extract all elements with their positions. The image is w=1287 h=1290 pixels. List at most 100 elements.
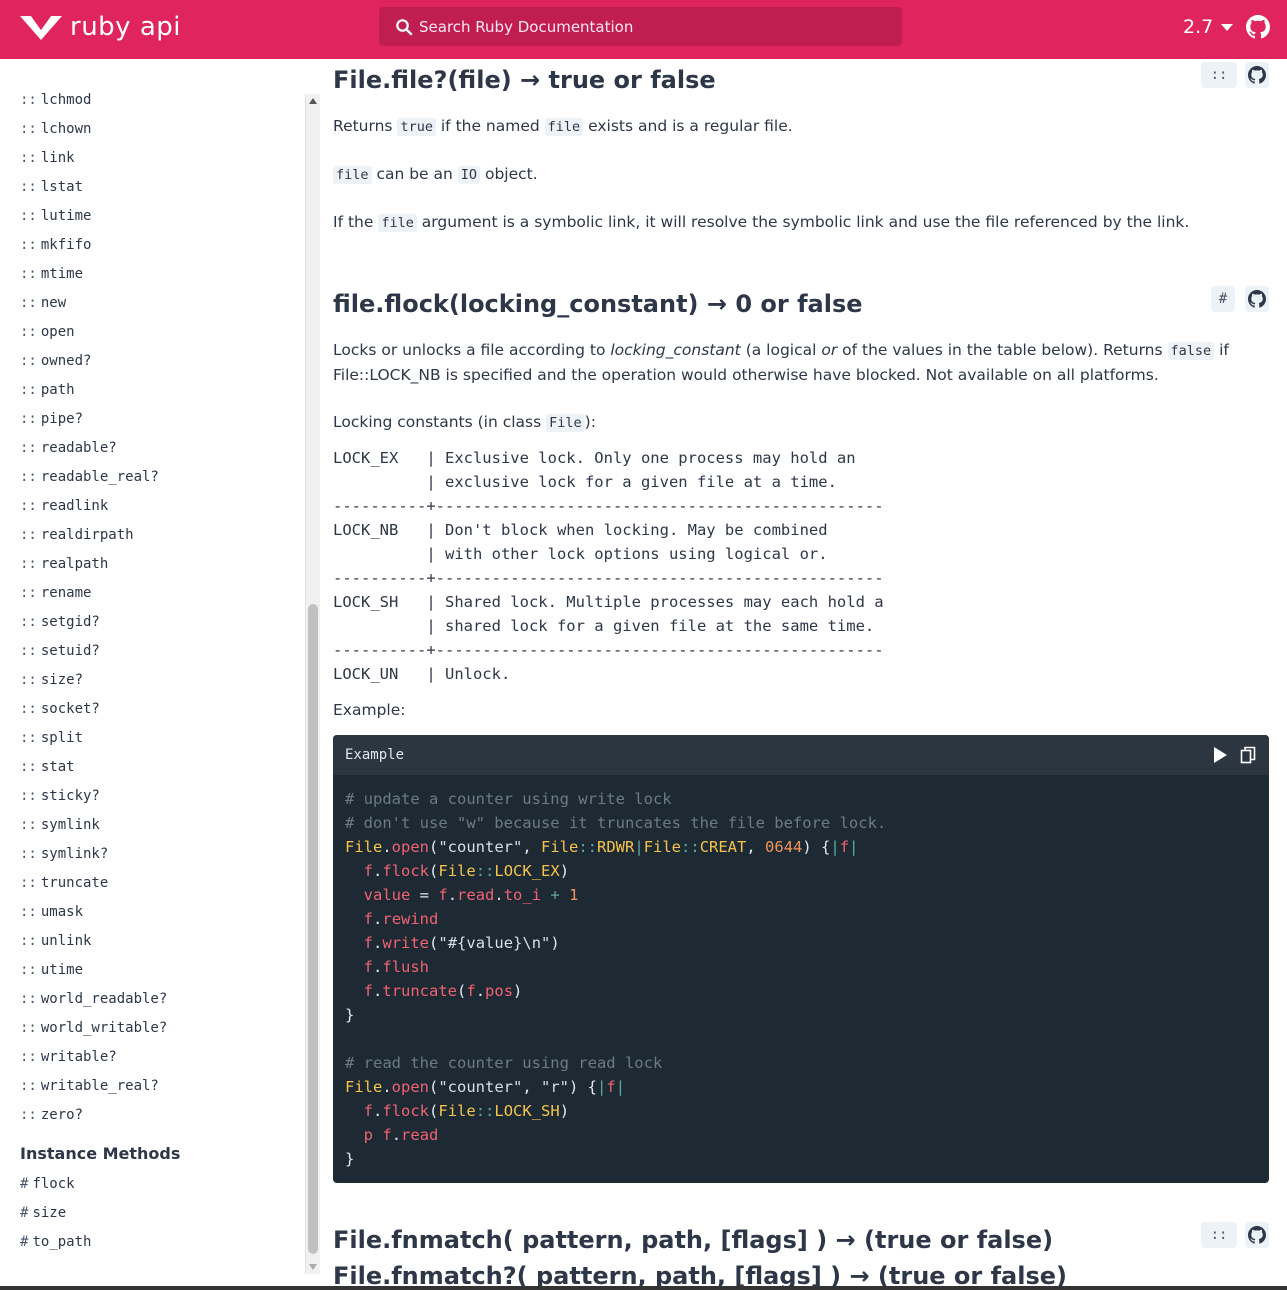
sidebar-item-owned[interactable]: :: owned? (20, 351, 180, 380)
sidebar-item-setuid[interactable]: :: setuid? (20, 641, 180, 670)
sidebar-item-readable[interactable]: :: readable? (20, 438, 180, 467)
sidebar-item-world_writable[interactable]: :: world_writable? (20, 1018, 180, 1047)
class-method-prefix: :: (20, 643, 37, 659)
class-method-prefix: :: (20, 933, 37, 949)
sidebar-item-link[interactable]: :: link (20, 148, 180, 177)
class-method-prefix: :: (20, 730, 37, 746)
class-method-prefix: :: (20, 788, 37, 804)
sidebar-method-list: :: lchmod:: lchown:: link:: lstat:: lutime:: m… (20, 90, 180, 1261)
search-bar[interactable] (379, 7, 902, 46)
sidebar-item-open[interactable]: :: open (20, 322, 180, 351)
sidebar-item-label: to_path (32, 1234, 92, 1250)
class-method-prefix: :: (20, 411, 37, 427)
sidebar-item-size[interactable]: # size (20, 1203, 180, 1232)
table-row: LOCK_NB | Don't block when locking. May … (333, 521, 828, 539)
sidebar-item-realpath[interactable]: :: realpath (20, 554, 180, 583)
sidebar-item-writable[interactable]: :: writable? (20, 1047, 180, 1076)
class-method-prefix: :: (20, 585, 37, 601)
sidebar-item-new[interactable]: :: new (20, 293, 180, 322)
sidebar-item-setgid[interactable]: :: setgid? (20, 612, 180, 641)
sidebar-item-label: flock (32, 1176, 75, 1192)
class-method-prefix: :: (20, 208, 37, 224)
sidebar-item-label: pipe? (40, 411, 84, 427)
sidebar-item-to_path[interactable]: # to_path (20, 1232, 180, 1261)
sidebar-item-sticky[interactable]: :: sticky? (20, 786, 180, 815)
sidebar-item-label: symlink (40, 817, 100, 833)
class-method-prefix: :: (20, 179, 37, 195)
sidebar-item-flock[interactable]: # flock (20, 1174, 180, 1203)
table-row: | with other lock options using logical … (333, 545, 828, 563)
class-method-prefix: :: (20, 527, 37, 543)
sidebar-item-path[interactable]: :: path (20, 380, 180, 409)
class-method-prefix: :: (20, 353, 37, 369)
inline-code: file (544, 118, 584, 136)
github-source-button[interactable] (1245, 1222, 1269, 1248)
sidebar-item-label: lutime (40, 208, 92, 224)
sidebar-item-label: writable_real? (40, 1078, 159, 1094)
sidebar-item-stat[interactable]: :: stat (20, 757, 180, 786)
scrollbar-thumb[interactable] (308, 604, 318, 1254)
class-method-prefix: :: (20, 266, 37, 282)
sidebar-item-realdirpath[interactable]: :: realdirpath (20, 525, 180, 554)
chevron-down-icon (1221, 23, 1234, 31)
top-header: ruby api 2.7 (0, 0, 1287, 59)
sidebar-item-label: rename (40, 585, 92, 601)
sidebar-item-label: world_writable? (40, 1020, 168, 1036)
scroll-up-arrow-icon[interactable] (309, 98, 317, 104)
sidebar-item-mtime[interactable]: :: mtime (20, 264, 180, 293)
sidebar-item-mkfifo[interactable]: :: mkfifo (20, 235, 180, 264)
code-header: Example (333, 735, 1269, 775)
logo[interactable]: ruby api (18, 12, 181, 42)
sidebar-item-label: umask (40, 904, 84, 920)
sidebar-scrollbar[interactable] (305, 94, 320, 1274)
sidebar-item-truncate[interactable]: :: truncate (20, 873, 180, 902)
sidebar-item-pipe[interactable]: :: pipe? (20, 409, 180, 438)
description-paragraph: If the file argument is a symbolic link,… (333, 213, 1190, 232)
sidebar-item-lutime[interactable]: :: lutime (20, 206, 180, 235)
sidebar-item-writable_real[interactable]: :: writable_real? (20, 1076, 180, 1105)
class-method-prefix: :: (20, 672, 37, 688)
sidebar-item-symlink[interactable]: :: symlink? (20, 844, 180, 873)
sidebar-item-umask[interactable]: :: umask (20, 902, 180, 931)
sidebar-item-label: unlink (40, 933, 92, 949)
sidebar-item-symlink[interactable]: :: symlink (20, 815, 180, 844)
permalink-button[interactable]: :: (1201, 62, 1237, 88)
sidebar-item-utime[interactable]: :: utime (20, 960, 180, 989)
class-method-prefix: :: (20, 991, 37, 1007)
github-source-button[interactable] (1245, 286, 1269, 312)
permalink-button[interactable]: # (1211, 286, 1235, 312)
search-input[interactable] (419, 17, 889, 36)
table-row: | exclusive lock for a given file at a t… (333, 473, 837, 491)
sidebar-item-socket[interactable]: :: socket? (20, 699, 180, 728)
permalink-button[interactable]: :: (1201, 1222, 1237, 1248)
class-method-prefix: :: (20, 962, 37, 978)
sidebar-item-label: open (40, 324, 75, 340)
version-selector[interactable]: 2.7 (1183, 16, 1234, 38)
sidebar-item-lchmod[interactable]: :: lchmod (20, 90, 180, 119)
sidebar-item-label: utime (40, 962, 84, 978)
sidebar-item-zero[interactable]: :: zero? (20, 1105, 180, 1134)
sidebar-item-label: setuid? (40, 643, 100, 659)
sidebar-item-readable_real[interactable]: :: readable_real? (20, 467, 180, 496)
github-icon[interactable] (1246, 15, 1270, 39)
github-source-button[interactable] (1245, 62, 1269, 88)
sidebar-item-rename[interactable]: :: rename (20, 583, 180, 612)
sidebar-item-size[interactable]: :: size? (20, 670, 180, 699)
class-method-prefix: :: (20, 701, 37, 717)
sidebar-item-lchown[interactable]: :: lchown (20, 119, 180, 148)
sidebar-item-world_readable[interactable]: :: world_readable? (20, 989, 180, 1018)
copy-icon[interactable] (1240, 746, 1256, 764)
sidebar-item-label: truncate (40, 875, 109, 891)
table-row: ----------+-----------------------------… (333, 497, 884, 515)
play-icon[interactable] (1212, 746, 1228, 764)
sidebar-item-lstat[interactable]: :: lstat (20, 177, 180, 206)
class-method-prefix: :: (20, 92, 37, 108)
table-row: | shared lock for a given file at the sa… (333, 617, 875, 635)
bottom-border (0, 1286, 1287, 1290)
sidebar-item-label: writable? (40, 1049, 117, 1065)
sidebar-item-split[interactable]: :: split (20, 728, 180, 757)
scroll-down-arrow-icon[interactable] (309, 1264, 317, 1270)
github-icon (1248, 290, 1266, 308)
sidebar-item-readlink[interactable]: :: readlink (20, 496, 180, 525)
sidebar-item-unlink[interactable]: :: unlink (20, 931, 180, 960)
